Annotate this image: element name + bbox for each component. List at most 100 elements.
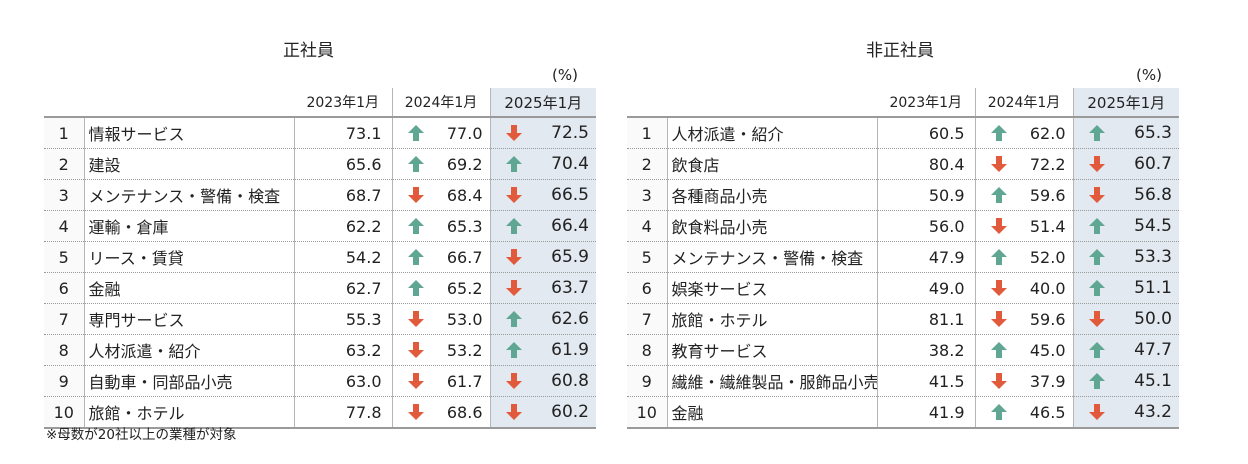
table-row: 3 メンテナンス・警備・検査 68.7 68.4 66.5 bbox=[44, 179, 596, 211]
value-2023-cell: 68.7 bbox=[294, 179, 393, 211]
up-arrow-icon bbox=[505, 217, 523, 235]
value-2024-cell: 69.2 bbox=[392, 148, 491, 180]
table-row: 1 人材派遣・紹介 60.5 62.0 65.3 bbox=[627, 117, 1179, 149]
value-2025-cell: 61.9 bbox=[490, 334, 596, 366]
up-arrow-icon bbox=[990, 248, 1008, 266]
down-arrow-icon bbox=[505, 372, 523, 390]
industry-cell: 飲食料品小売 bbox=[667, 210, 878, 242]
value-2024-cell: 53.2 bbox=[392, 334, 491, 366]
value-2024-cell: 65.2 bbox=[392, 272, 491, 304]
up-arrow-icon bbox=[407, 155, 425, 173]
rank-cell: 7 bbox=[44, 303, 85, 335]
value-2025-cell: 47.7 bbox=[1073, 334, 1179, 366]
rank-cell: 9 bbox=[44, 365, 85, 397]
value-2024-cell: 68.4 bbox=[392, 179, 491, 211]
value-2024: 37.9 bbox=[1029, 371, 1066, 391]
industry-cell: 人材派遣・紹介 bbox=[667, 117, 878, 149]
column-header-2024: 2024年1月 bbox=[975, 88, 1074, 118]
value-2025: 45.1 bbox=[1134, 371, 1172, 391]
value-2024-cell: 62.0 bbox=[975, 117, 1074, 149]
value-2024-cell: 59.6 bbox=[975, 303, 1074, 335]
table-row: 10 金融 41.9 46.5 43.2 bbox=[627, 396, 1179, 429]
panel-title: 非正社員 bbox=[866, 41, 934, 61]
up-arrow-icon bbox=[407, 217, 425, 235]
value-2023-cell: 80.4 bbox=[877, 148, 976, 180]
industry-cell: 教育サービス bbox=[667, 334, 878, 366]
value-2024-cell: 40.0 bbox=[975, 272, 1074, 304]
industry-cell: 繊維・繊維製品・服飾品小売 bbox=[667, 365, 878, 397]
up-arrow-icon bbox=[407, 248, 425, 266]
down-arrow-icon bbox=[990, 310, 1008, 328]
value-2024-cell: 45.0 bbox=[975, 334, 1074, 366]
value-2025: 56.8 bbox=[1134, 185, 1172, 205]
down-arrow-icon bbox=[1088, 310, 1106, 328]
table-row: 2 建設 65.6 69.2 70.4 bbox=[44, 148, 596, 180]
up-arrow-icon bbox=[1088, 248, 1106, 266]
value-2025-cell: 54.5 bbox=[1073, 210, 1179, 242]
value-2023-cell: 63.0 bbox=[294, 365, 393, 397]
rank-cell: 2 bbox=[627, 148, 668, 180]
ranking-table: 2023年1月 2024年1月 2025年1月 1 情報サービス 73.1 77.0 7… bbox=[44, 88, 596, 429]
table-row: 4 運輸・倉庫 62.2 65.3 66.4 bbox=[44, 210, 596, 242]
value-2025-cell: 51.1 bbox=[1073, 272, 1179, 304]
value-2024-cell: 72.2 bbox=[975, 148, 1074, 180]
industry-cell: 専門サービス bbox=[84, 303, 295, 335]
industry-cell: 自動車・同部品小売 bbox=[84, 365, 295, 397]
value-2024: 77.0 bbox=[446, 123, 483, 143]
industry-cell: メンテナンス・警備・検査 bbox=[667, 241, 878, 273]
rank-cell: 1 bbox=[44, 117, 85, 149]
value-2023-cell: 81.1 bbox=[877, 303, 976, 335]
value-2023-cell: 41.9 bbox=[877, 396, 976, 429]
up-arrow-icon bbox=[1088, 217, 1106, 235]
value-2024: 40.0 bbox=[1029, 278, 1066, 298]
industry-cell: 各種商品小売 bbox=[667, 179, 878, 211]
down-arrow-icon bbox=[1088, 403, 1106, 421]
value-2025: 54.5 bbox=[1134, 216, 1172, 236]
value-2023-cell: 55.3 bbox=[294, 303, 393, 335]
value-2025: 60.7 bbox=[1134, 154, 1172, 174]
value-2025: 66.5 bbox=[551, 185, 589, 205]
value-2025: 43.2 bbox=[1134, 402, 1172, 422]
up-arrow-icon bbox=[505, 310, 523, 328]
industry-cell: 情報サービス bbox=[84, 117, 295, 149]
value-2024-cell: 53.0 bbox=[392, 303, 491, 335]
header-row: 2023年1月 2024年1月 2025年1月 bbox=[44, 88, 596, 118]
table-row: 5 リース・賃貸 54.2 66.7 65.9 bbox=[44, 241, 596, 273]
industry-cell: 娯楽サービス bbox=[667, 272, 878, 304]
table-row: 9 繊維・繊維製品・服飾品小売 41.5 37.9 45.1 bbox=[627, 365, 1179, 397]
table-row: 5 メンテナンス・警備・検査 47.9 52.0 53.3 bbox=[627, 241, 1179, 273]
up-arrow-icon bbox=[407, 124, 425, 142]
table-row: 4 飲食料品小売 56.0 51.4 54.5 bbox=[627, 210, 1179, 242]
down-arrow-icon bbox=[505, 279, 523, 297]
rank-cell: 6 bbox=[627, 272, 668, 304]
header-row: 2023年1月 2024年1月 2025年1月 bbox=[627, 88, 1179, 118]
value-2023-cell: 65.6 bbox=[294, 148, 393, 180]
rank-cell: 3 bbox=[44, 179, 85, 211]
value-2025-cell: 66.5 bbox=[490, 179, 596, 211]
value-2024: 53.0 bbox=[446, 309, 483, 329]
value-2024: 65.2 bbox=[446, 278, 483, 298]
value-2025: 60.2 bbox=[551, 402, 589, 422]
value-2025: 62.6 bbox=[551, 309, 589, 329]
value-2024: 51.4 bbox=[1029, 216, 1066, 236]
rank-cell: 10 bbox=[627, 396, 668, 429]
value-2025: 50.0 bbox=[1134, 309, 1172, 329]
column-header-2025: 2025年1月 bbox=[490, 88, 596, 118]
value-2024: 59.6 bbox=[1029, 309, 1066, 329]
down-arrow-icon bbox=[407, 186, 425, 204]
value-2025-cell: 63.7 bbox=[490, 272, 596, 304]
value-2024: 53.2 bbox=[446, 340, 483, 360]
value-2023-cell: 62.7 bbox=[294, 272, 393, 304]
down-arrow-icon bbox=[407, 310, 425, 328]
down-arrow-icon bbox=[1088, 186, 1106, 204]
up-arrow-icon bbox=[407, 279, 425, 297]
down-arrow-icon bbox=[505, 186, 523, 204]
value-2023-cell: 63.2 bbox=[294, 334, 393, 366]
industry-cell: 金融 bbox=[667, 396, 878, 429]
value-2025: 70.4 bbox=[551, 154, 589, 174]
value-2023-cell: 73.1 bbox=[294, 117, 393, 149]
value-2025: 61.9 bbox=[551, 340, 589, 360]
rank-cell: 6 bbox=[44, 272, 85, 304]
value-2025-cell: 66.4 bbox=[490, 210, 596, 242]
column-header-2023: 2023年1月 bbox=[877, 88, 976, 118]
